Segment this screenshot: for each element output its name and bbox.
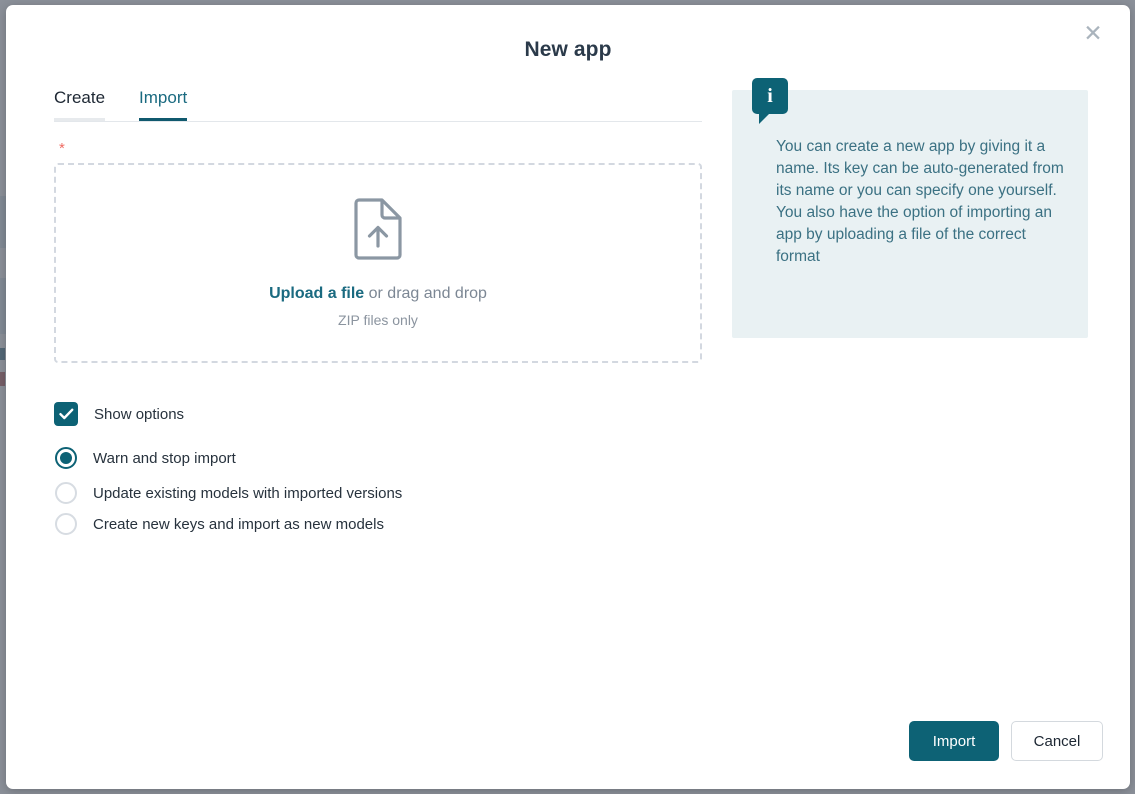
checkmark-icon <box>54 402 78 426</box>
radio-label: Create new keys and import as new models <box>93 515 384 533</box>
radio-unselected-icon <box>55 482 77 504</box>
cancel-button[interactable]: Cancel <box>1011 721 1103 761</box>
dropzone-hint: ZIP files only <box>338 312 418 328</box>
dialog-left-column: Create Import * Upload a file or drag an… <box>54 78 702 537</box>
new-app-dialog: ✕ New app Create Import * Upload a file … <box>6 5 1130 789</box>
show-options-checkbox[interactable]: Show options <box>54 401 702 427</box>
radio-label: Warn and stop import <box>93 449 236 467</box>
dialog-footer: Import Cancel <box>909 721 1103 761</box>
info-icon: i <box>752 78 788 124</box>
radio-label: Update existing models with imported ver… <box>93 484 403 502</box>
import-mode-radio-group: Warn and stop import Update existing mod… <box>54 445 702 537</box>
radio-unselected-icon <box>55 513 77 535</box>
tab-bar: Create Import <box>54 78 702 122</box>
import-button[interactable]: Import <box>909 721 999 761</box>
backdrop-content-blob <box>0 348 5 360</box>
file-dropzone[interactable]: Upload a file or drag and drop ZIP files… <box>54 163 702 363</box>
radio-update-existing-models[interactable]: Update existing models with imported ver… <box>54 480 702 506</box>
tab-create[interactable]: Create <box>54 88 106 121</box>
file-upload-icon <box>352 198 404 265</box>
page-title: New app <box>524 38 612 61</box>
options-section: Show options Warn and stop import Update… <box>54 401 702 537</box>
upload-a-file-link[interactable]: Upload a file <box>269 285 364 302</box>
tab-import[interactable]: Import <box>139 88 188 121</box>
dropzone-rest-text: or drag and drop <box>364 285 487 302</box>
dropzone-primary-text: Upload a file or drag and drop <box>269 285 487 303</box>
show-options-label: Show options <box>94 405 185 423</box>
info-panel-text: You can create a new app by giving it a … <box>776 138 1064 265</box>
required-marker: * <box>59 140 65 157</box>
radio-warn-and-stop-import[interactable]: Warn and stop import <box>54 445 702 471</box>
radio-selected-icon <box>55 447 77 469</box>
backdrop-content-blob <box>0 372 5 386</box>
info-panel: i You can create a new app by giving it … <box>732 78 1088 338</box>
radio-create-new-keys[interactable]: Create new keys and import as new models <box>54 511 702 537</box>
